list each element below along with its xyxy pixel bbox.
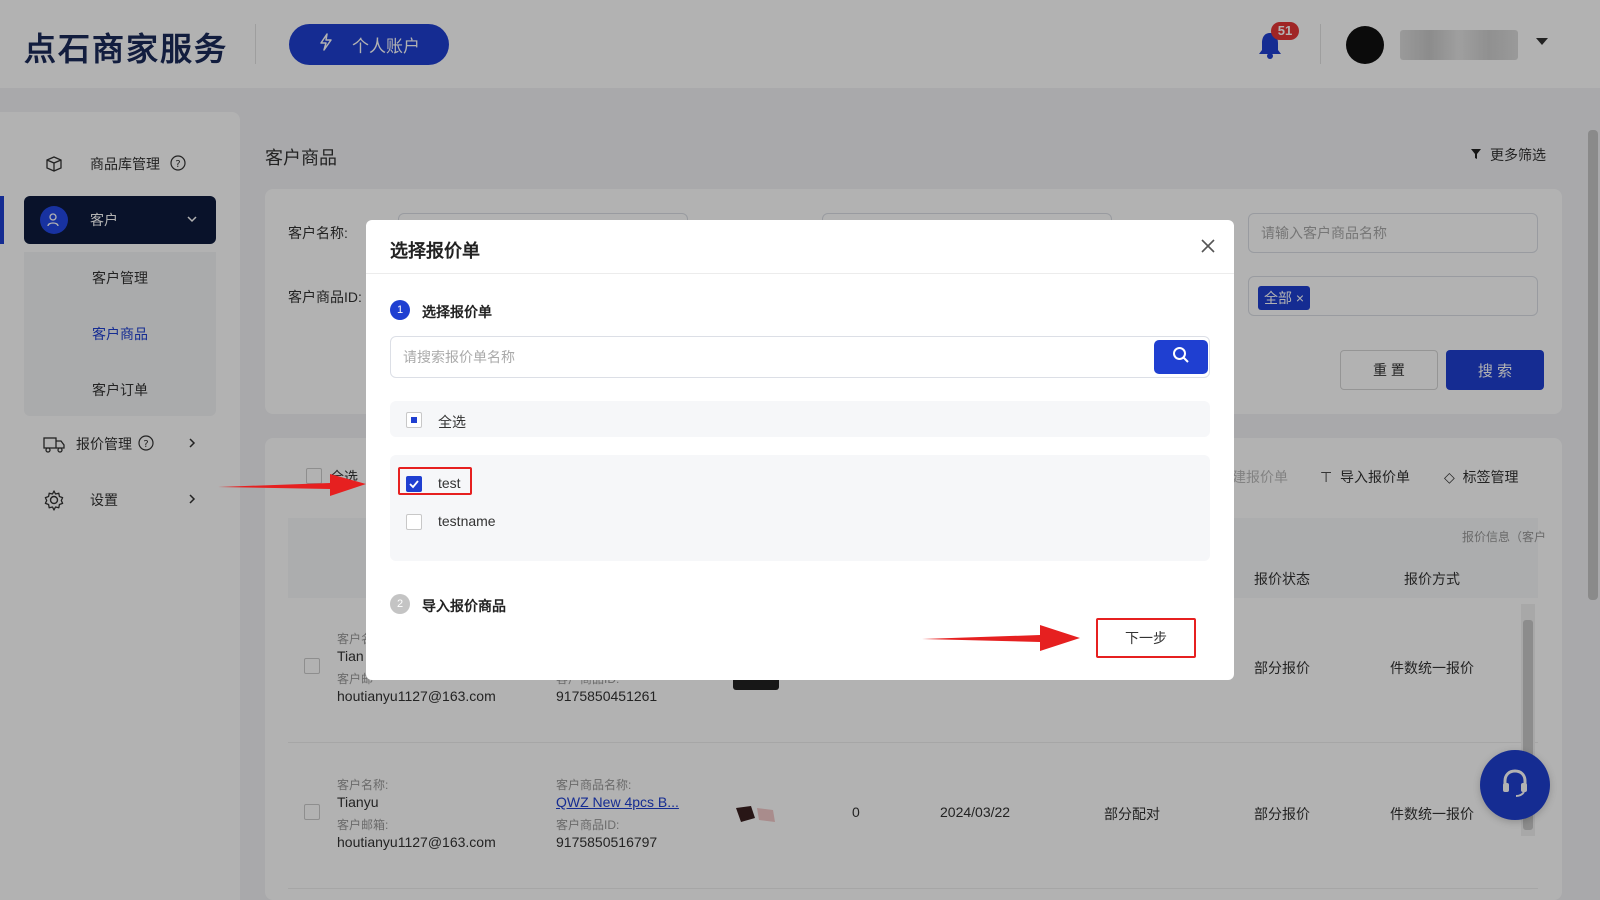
search-icon (1172, 346, 1190, 369)
select-all-label: 全选 (438, 414, 466, 430)
annotation-highlight (398, 467, 472, 495)
annotation-arrow-next (922, 622, 1082, 659)
dialog-divider (366, 273, 1234, 274)
quote-option-label-testname[interactable]: testname (438, 513, 496, 529)
select-quote-dialog: 选择报价单 1 选择报价单 全选 test testname 2 导入报价商品 (366, 220, 1234, 680)
dialog-title: 选择报价单 (390, 241, 480, 261)
step-1-badge: 1 (390, 300, 410, 320)
close-icon[interactable] (1198, 236, 1218, 256)
quote-option-checkbox-testname[interactable] (406, 514, 422, 530)
next-step-label: 下一步 (1125, 630, 1167, 646)
step-1-label: 选择报价单 (422, 304, 492, 320)
annotation-arrow-left (218, 470, 368, 505)
next-step-button[interactable]: 下一步 (1096, 618, 1196, 658)
step-2-label: 导入报价商品 (422, 598, 506, 614)
select-all-row (390, 401, 1210, 437)
quote-search-button[interactable] (1154, 340, 1208, 374)
quote-options-list (390, 455, 1210, 561)
select-all-checkbox[interactable] (406, 412, 422, 428)
quote-search-box (390, 336, 1210, 378)
quote-search-input[interactable] (391, 337, 1131, 377)
step-2-badge: 2 (390, 594, 410, 614)
